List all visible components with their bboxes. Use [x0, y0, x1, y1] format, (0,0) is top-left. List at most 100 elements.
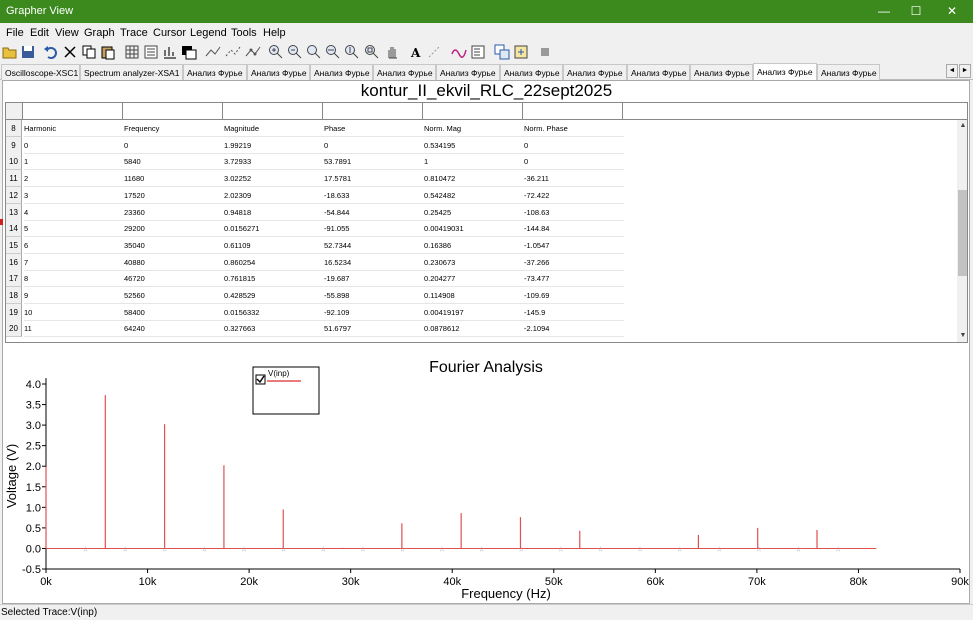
col-header-c[interactable] — [223, 103, 323, 119]
table-cell[interactable]: 0 — [124, 137, 224, 154]
table-cell[interactable]: -109.69 — [524, 287, 624, 304]
table-cell[interactable]: 3 — [24, 187, 124, 204]
reverse-colors-icon[interactable] — [181, 44, 197, 60]
menu-file[interactable]: File — [6, 27, 24, 39]
table-cell[interactable]: 52.7344 — [324, 237, 424, 254]
column-header[interactable]: Phase — [324, 120, 424, 137]
menu-edit[interactable]: Edit — [30, 27, 49, 39]
tab-spectrum-analyzer[interactable]: Spectrum analyzer-XSA1 — [80, 64, 183, 80]
zoom-fit-icon[interactable] — [364, 44, 380, 60]
stop-icon[interactable] — [537, 44, 553, 60]
row-number[interactable]: 8 — [6, 120, 22, 137]
tab-scroll-left-icon[interactable]: ◄ — [946, 64, 958, 78]
column-header[interactable]: Frequency — [124, 120, 224, 137]
tab-fourier-11[interactable]: Анализ Фурье — [817, 64, 880, 80]
table-cell[interactable]: -91.055 — [324, 220, 424, 238]
overlay-icon[interactable] — [494, 44, 510, 60]
col-header-e[interactable] — [423, 103, 523, 119]
row-number[interactable]: 12 — [6, 186, 22, 204]
table-cell[interactable]: 35040 — [124, 237, 224, 254]
table-cell[interactable]: -145.9 — [524, 304, 624, 321]
cursor-icon[interactable] — [225, 44, 241, 60]
tab-fourier-7[interactable]: Анализ Фурье — [563, 64, 627, 80]
menu-legend[interactable]: Legend — [190, 27, 227, 39]
zoom-y-icon[interactable] — [344, 44, 360, 60]
column-header[interactable]: Magnitude — [224, 120, 324, 137]
column-header[interactable]: Norm. Mag — [424, 120, 524, 137]
column-header[interactable]: Norm. Phase — [524, 120, 624, 137]
table-scrollbar[interactable]: ▲ ▼ — [957, 120, 967, 342]
table-cell[interactable]: 10 — [24, 304, 124, 321]
tab-scroll-right-icon[interactable]: ► — [959, 64, 971, 78]
table-cell[interactable]: -1.0547 — [524, 237, 624, 254]
toggle-chart-icon[interactable] — [162, 44, 178, 60]
zoom-in-icon[interactable] — [268, 44, 284, 60]
table-cell[interactable]: 11 — [24, 320, 124, 338]
table-cell[interactable]: 0.761815 — [224, 270, 324, 288]
row-number[interactable]: 9 — [6, 136, 22, 154]
copy-icon[interactable] — [81, 44, 97, 60]
cut-icon[interactable] — [62, 44, 78, 60]
table-cell[interactable]: 0.94818 — [224, 204, 324, 221]
scroll-thumb[interactable] — [958, 190, 967, 276]
line-style-icon[interactable] — [205, 44, 221, 60]
table-cell[interactable]: 0.810472 — [424, 170, 524, 188]
zoom-x-icon[interactable] — [325, 44, 341, 60]
menu-trace[interactable]: Trace — [120, 27, 148, 39]
scroll-up-icon[interactable]: ▲ — [957, 120, 967, 132]
table-cell[interactable]: -55.898 — [324, 287, 424, 304]
menu-help[interactable]: Help — [263, 27, 286, 39]
table-cell[interactable]: 1 — [24, 153, 124, 171]
minimize-button[interactable]: — — [867, 0, 901, 23]
table-cell[interactable]: 6 — [24, 237, 124, 254]
row-number[interactable]: 10 — [6, 153, 22, 171]
tab-fourier-8[interactable]: Анализ Фурье — [627, 64, 690, 80]
table-cell[interactable]: 2.02309 — [224, 187, 324, 204]
undo-icon[interactable] — [43, 44, 59, 60]
table-cell[interactable]: 0.860254 — [224, 254, 324, 271]
tab-fourier-2[interactable]: Анализ Фурье — [247, 64, 310, 80]
col-header-d[interactable] — [323, 103, 423, 119]
row-number[interactable]: 19 — [6, 303, 22, 321]
tab-fourier-4[interactable]: Анализ Фурье — [373, 64, 436, 80]
table-cell[interactable]: 64240 — [124, 320, 224, 338]
tab-fourier-1[interactable]: Анализ Фурье — [183, 64, 247, 80]
table-cell[interactable]: 0.114908 — [424, 287, 524, 304]
menu-view[interactable]: View — [55, 27, 79, 39]
grid-icon[interactable] — [124, 44, 140, 60]
table-cell[interactable]: 4 — [24, 204, 124, 221]
tab-fourier-3[interactable]: Анализ Фурье — [310, 64, 373, 80]
col-header-b[interactable] — [123, 103, 223, 119]
table-cell[interactable]: -18.633 — [324, 187, 424, 204]
table-cell[interactable]: 46720 — [124, 270, 224, 288]
table-cell[interactable]: 3.72933 — [224, 153, 324, 171]
table-cell[interactable]: 5 — [24, 220, 124, 238]
properties-icon[interactable] — [470, 44, 486, 60]
table-cell[interactable]: -19.687 — [324, 270, 424, 288]
table-cell[interactable]: 1.99219 — [224, 137, 324, 154]
table-cell[interactable]: 0.00419031 — [424, 220, 524, 238]
table-cell[interactable]: 0 — [324, 137, 424, 154]
trace-icon[interactable] — [451, 44, 467, 60]
table-cell[interactable]: 16.5234 — [324, 254, 424, 271]
table-cell[interactable]: 1 — [424, 153, 524, 171]
legend-icon[interactable] — [143, 44, 159, 60]
row-number[interactable]: 20 — [6, 320, 22, 338]
table-cell[interactable]: -92.109 — [324, 304, 424, 321]
table-cell[interactable]: 8 — [24, 270, 124, 288]
table-cell[interactable]: 0.25425 — [424, 204, 524, 221]
save-icon[interactable] — [20, 44, 36, 60]
table-cell[interactable]: 0.0156271 — [224, 220, 324, 238]
row-number[interactable]: 16 — [6, 253, 22, 271]
table-cell[interactable]: 0.327663 — [224, 320, 324, 338]
table-cell[interactable]: 17520 — [124, 187, 224, 204]
tab-fourier-9[interactable]: Анализ Фурье — [690, 64, 753, 80]
table-cell[interactable]: 52560 — [124, 287, 224, 304]
table-cell[interactable]: 0.542482 — [424, 187, 524, 204]
maximize-button[interactable]: ☐ — [899, 0, 933, 23]
table-cell[interactable]: -2.1094 — [524, 320, 624, 338]
menu-tools[interactable]: Tools — [231, 27, 257, 39]
table-cell[interactable]: 0 — [524, 153, 624, 171]
zoom-out-icon[interactable] — [287, 44, 303, 60]
table-cell[interactable]: 9 — [24, 287, 124, 304]
